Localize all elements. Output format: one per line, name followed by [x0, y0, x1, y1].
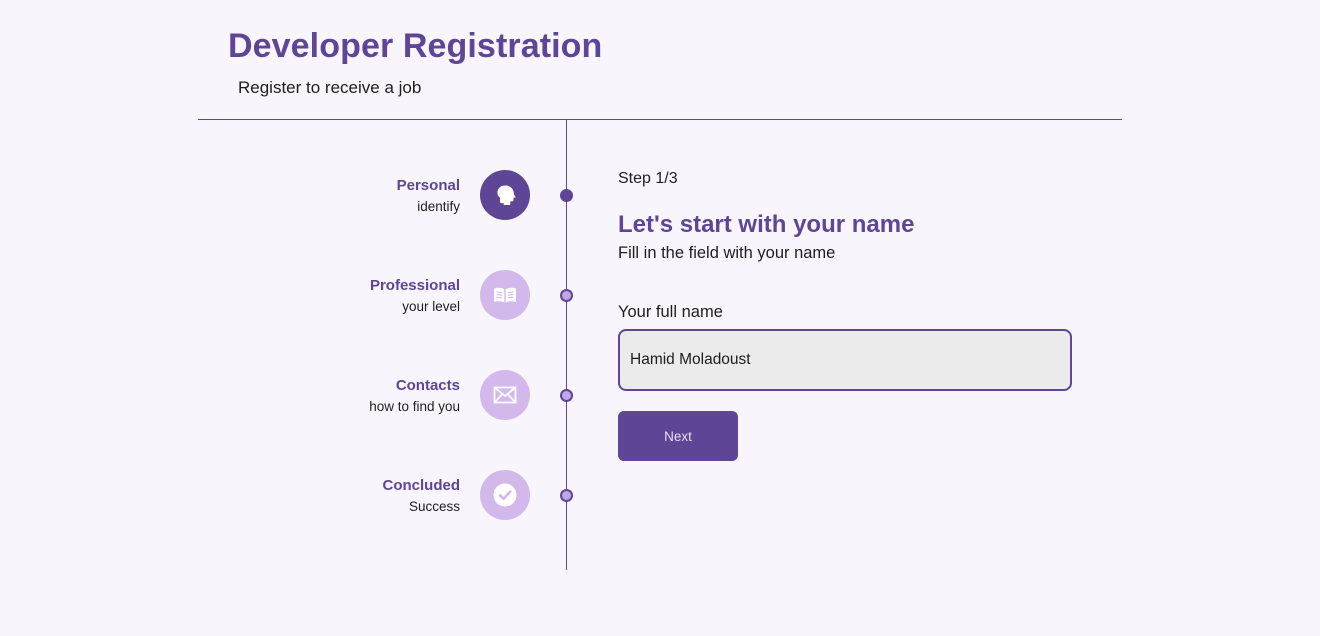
step-text: Concluded Success — [383, 476, 461, 518]
step-title: Personal — [396, 177, 460, 194]
step-title: Concluded — [382, 477, 461, 494]
step-dot — [560, 189, 573, 202]
envelope-icon — [480, 370, 530, 420]
page-subtitle: Register to receive a job — [238, 78, 422, 97]
registration-form: Step 1/3 Let's start with your name Fill… — [618, 168, 1078, 461]
step-personal[interactable]: Personal identify — [300, 169, 600, 221]
step-title: Contacts — [395, 377, 460, 394]
step-dot — [560, 289, 573, 302]
step-subtitle: your level — [402, 299, 460, 314]
step-dot — [560, 489, 573, 502]
step-subtitle: how to find you — [369, 399, 460, 414]
form-description: Fill in the field with your name — [618, 244, 836, 262]
step-dot — [560, 389, 573, 402]
header-divider — [198, 119, 1122, 120]
step-title: Professional — [369, 277, 460, 294]
step-subtitle: identify — [417, 199, 460, 214]
step-concluded[interactable]: Concluded Success — [300, 469, 600, 521]
full-name-label: Your full name — [618, 303, 723, 321]
next-button[interactable]: Next — [618, 411, 738, 461]
step-subtitle: Success — [408, 499, 460, 514]
open-book-icon — [480, 270, 530, 320]
person-head-icon — [480, 170, 530, 220]
page-title: Developer Registration — [228, 27, 603, 65]
check-circle-icon — [480, 470, 530, 520]
step-text: Professional your level — [370, 276, 460, 318]
step-text: Personal identify — [397, 176, 460, 218]
registration-page: Developer Registration Register to recei… — [0, 0, 1320, 636]
step-text: Contacts how to find you — [369, 376, 460, 418]
form-heading: Let's start with your name — [618, 211, 915, 238]
step-professional[interactable]: Professional your level — [300, 269, 600, 321]
full-name-input[interactable] — [618, 329, 1072, 391]
step-contacts[interactable]: Contacts how to find you — [300, 369, 600, 421]
step-counter: Step 1/3 — [618, 170, 678, 187]
